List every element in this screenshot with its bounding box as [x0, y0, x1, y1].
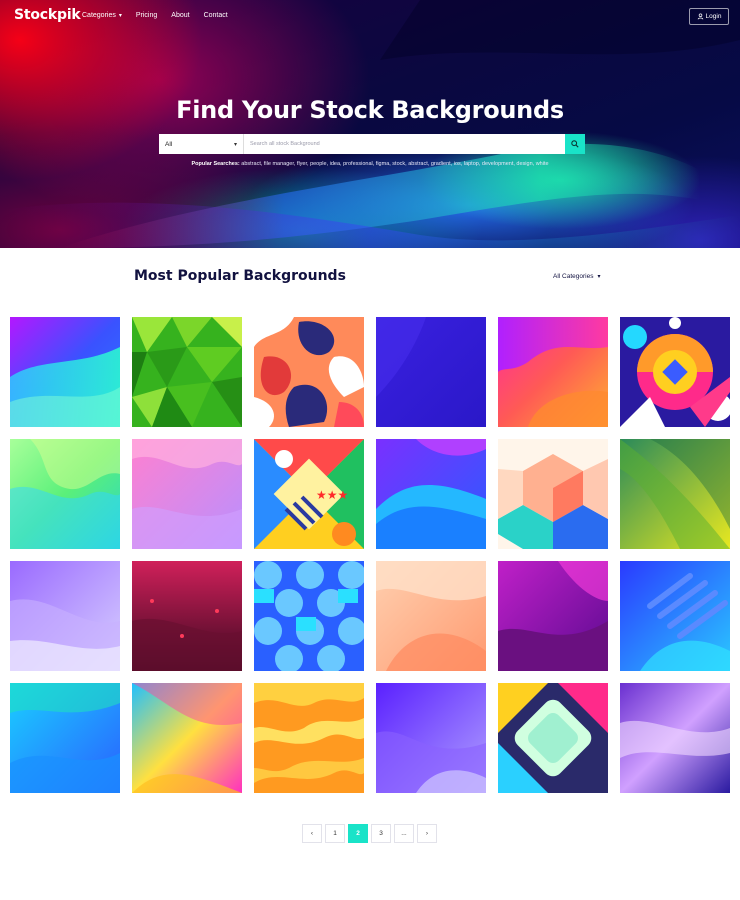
pagination-page-active[interactable]: 2: [348, 824, 368, 843]
search-category-select[interactable]: All ▾: [159, 134, 244, 154]
search-button[interactable]: [565, 134, 585, 154]
background-thumbnail[interactable]: [620, 683, 730, 793]
login-label: Login: [705, 13, 722, 20]
background-thumbnail[interactable]: [10, 561, 120, 671]
pagination: ‹ 1 2 3 ... ›: [302, 824, 437, 843]
popular-searches: Popular Searches: abstract, file manager…: [0, 161, 740, 167]
pagination-ellipsis: ...: [394, 824, 414, 843]
pagination-page[interactable]: 1: [325, 824, 345, 843]
search-input[interactable]: [244, 134, 565, 154]
chevron-down-icon: ▾: [233, 141, 237, 148]
background-thumbnail[interactable]: [376, 439, 486, 549]
hero-wave-art: [0, 0, 740, 248]
pagination-page[interactable]: 3: [371, 824, 391, 843]
chevron-down-icon: ▾: [597, 274, 601, 280]
nav-links: Categories ▾ Pricing About Contact: [82, 12, 242, 19]
background-thumbnail[interactable]: [254, 683, 364, 793]
background-thumbnail[interactable]: [498, 561, 608, 671]
nav-link-categories[interactable]: Categories ▾: [82, 12, 122, 19]
nav-link-pricing[interactable]: Pricing: [136, 12, 157, 19]
popular-searches-terms[interactable]: abstract, file manager, flyer, people, i…: [241, 161, 548, 167]
pagination-prev[interactable]: ‹: [302, 824, 322, 843]
chevron-down-icon: ▾: [118, 13, 122, 19]
background-thumbnail[interactable]: [376, 317, 486, 427]
svg-text:★★★: ★★★: [316, 488, 348, 502]
category-filter-dropdown[interactable]: All Categories ▾: [553, 273, 600, 280]
search-icon: [571, 140, 579, 148]
pagination-next[interactable]: ›: [417, 824, 437, 843]
background-thumbnail[interactable]: [132, 561, 242, 671]
background-thumbnail[interactable]: [620, 561, 730, 671]
background-thumbnail[interactable]: [376, 683, 486, 793]
background-thumbnail[interactable]: [132, 439, 242, 549]
category-filter-label: All Categories: [553, 273, 594, 280]
background-thumbnail[interactable]: [254, 561, 364, 671]
popular-searches-label: Popular Searches:: [191, 161, 240, 167]
search-bar: All ▾: [159, 134, 585, 154]
logo[interactable]: Stockpik: [14, 7, 81, 23]
background-thumbnail[interactable]: [620, 317, 730, 427]
background-thumbnail[interactable]: [254, 317, 364, 427]
background-thumbnail[interactable]: [132, 317, 242, 427]
background-thumbnail[interactable]: [10, 317, 120, 427]
user-icon: [697, 13, 703, 20]
search-category-value: All: [165, 140, 173, 148]
section-title: Most Popular Backgrounds: [134, 268, 346, 284]
background-thumbnail[interactable]: [620, 439, 730, 549]
background-thumbnail[interactable]: [498, 317, 608, 427]
hero-title: Find Your Stock Backgrounds: [176, 96, 564, 124]
background-thumbnail[interactable]: [498, 683, 608, 793]
nav-link-contact[interactable]: Contact: [204, 12, 228, 19]
top-navbar: Stockpik Categories ▾ Pricing About Cont…: [0, 0, 740, 34]
background-thumbnail[interactable]: [10, 683, 120, 793]
hero-banner: Stockpik Categories ▾ Pricing About Cont…: [0, 0, 740, 248]
chevron-left-icon: ‹: [310, 830, 314, 837]
background-thumbnail[interactable]: [376, 561, 486, 671]
login-button[interactable]: Login: [689, 8, 729, 25]
background-thumbnail[interactable]: [498, 439, 608, 549]
background-thumbnail[interactable]: [132, 683, 242, 793]
background-thumbnail[interactable]: [10, 439, 120, 549]
chevron-right-icon: ›: [425, 830, 429, 837]
background-thumbnail[interactable]: ★★★: [254, 439, 364, 549]
backgrounds-grid: ★★★: [10, 317, 730, 793]
nav-link-about[interactable]: About: [171, 12, 189, 19]
